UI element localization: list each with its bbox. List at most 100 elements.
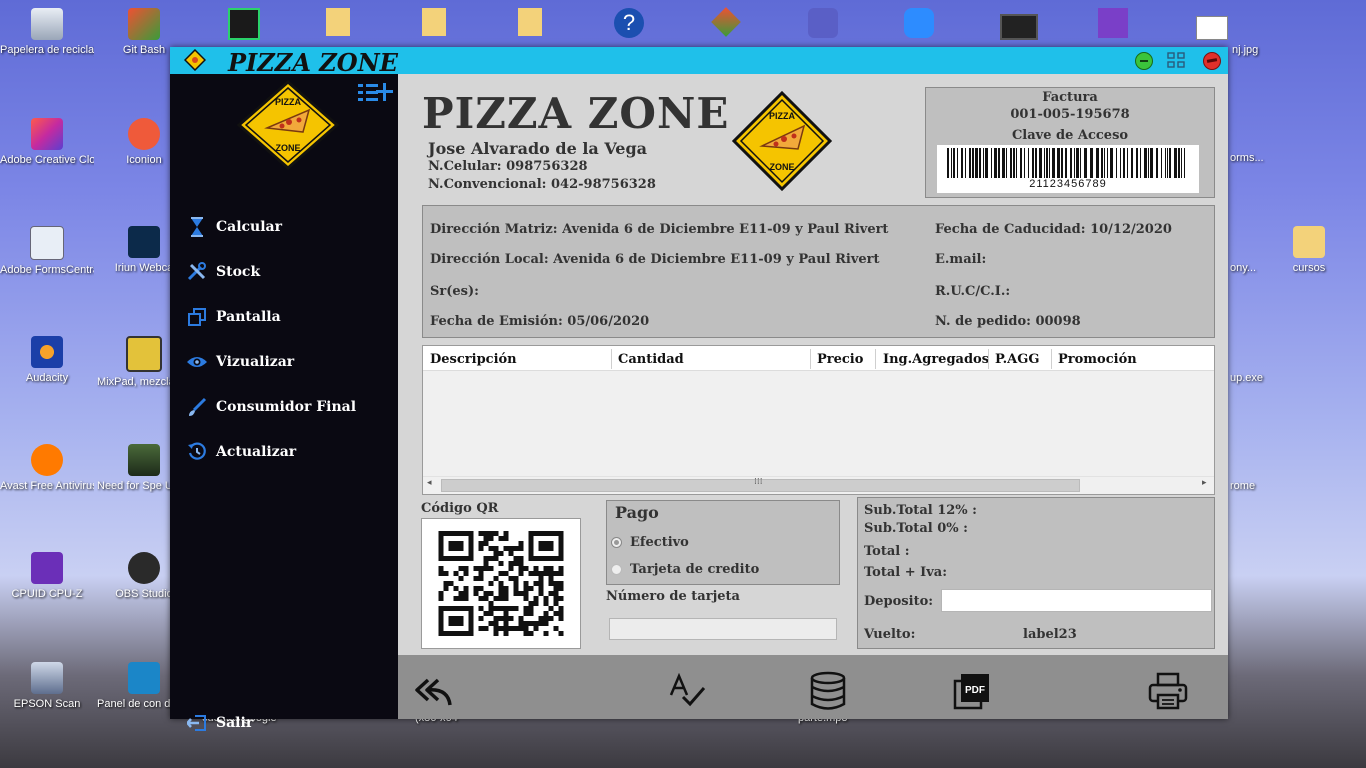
qr-module	[493, 621, 499, 626]
sidebar-item-pantalla[interactable]: Pantalla	[186, 305, 281, 329]
qr-module	[523, 586, 529, 591]
qr-module	[533, 601, 539, 606]
barcode-bar	[1076, 148, 1079, 178]
scrollbar-thumb[interactable]: ⁞⁞⁞	[441, 477, 1080, 492]
scroll-right-arrow-icon[interactable]: ▸	[1202, 478, 1207, 488]
deposito-label: Deposito:	[864, 594, 934, 609]
sidebar-item-salir[interactable]: Salir	[186, 711, 253, 735]
title-bar[interactable]: PIZZA ZONE	[170, 47, 1228, 77]
desktop-icon-cpuz[interactable]: CPUID CPU-Z	[0, 552, 94, 601]
video-file-icon[interactable]	[1000, 14, 1038, 40]
qr-module	[548, 581, 554, 586]
help-icon[interactable]: ?	[614, 8, 644, 38]
image-file-icon[interactable]	[1196, 16, 1228, 40]
qr-module	[508, 616, 514, 621]
back-button[interactable]	[412, 669, 456, 713]
invoice-number-panel: Factura 001-005-195678 Clave de Acceso 2…	[925, 87, 1215, 198]
pycharm-icon[interactable]	[228, 8, 260, 40]
folder-icon[interactable]	[422, 8, 446, 36]
qr-module	[488, 546, 494, 551]
qr-module	[518, 591, 524, 596]
sidebar-item-vizualizar[interactable]: Vizualizar	[186, 350, 294, 374]
qr-module	[493, 631, 499, 636]
visual-studio-icon[interactable]	[1098, 8, 1128, 38]
maximize-button[interactable]	[1167, 52, 1185, 68]
qr-module	[528, 631, 534, 636]
desktop-icon-epson-scan[interactable]: EPSON Scan	[0, 662, 94, 711]
qr-module	[458, 576, 464, 581]
sidebar-item-stock[interactable]: Stock	[186, 260, 260, 284]
spellcheck-button[interactable]	[665, 669, 709, 713]
folder-icon[interactable]	[326, 8, 350, 36]
qr-module	[523, 631, 529, 636]
pdf-button[interactable]: PDF	[950, 669, 994, 713]
zoom-icon[interactable]	[904, 8, 934, 38]
sidebar-item-calcular[interactable]: Calcular	[186, 215, 282, 239]
desktop-icon-cursos[interactable]: cursos	[1262, 226, 1356, 275]
database-button[interactable]	[806, 669, 850, 713]
qr-module	[518, 571, 524, 576]
desktop-icon-recycle-bin[interactable]: Papelera de reciclaje	[0, 8, 94, 57]
column-header-cantidad[interactable]: Cantidad	[618, 352, 684, 367]
partial-label: up.exe	[1230, 372, 1264, 384]
close-button[interactable]	[1203, 52, 1221, 70]
sidebar-item-actualizar[interactable]: Actualizar	[186, 440, 296, 464]
qr-module	[518, 566, 524, 571]
column-header-promocion[interactable]: Promoción	[1058, 352, 1137, 367]
qr-module	[448, 581, 454, 586]
minimize-button[interactable]	[1135, 52, 1153, 70]
barcode-bar	[1184, 148, 1185, 178]
folder-icon[interactable]	[518, 8, 542, 36]
qr-module	[483, 531, 489, 536]
teams-icon[interactable]	[808, 8, 838, 38]
barcode-bar	[1016, 148, 1017, 178]
barcode-bar	[1107, 148, 1108, 178]
qr-module	[553, 611, 559, 616]
barcode-bar	[1127, 148, 1128, 178]
git-icon[interactable]	[711, 7, 741, 37]
qr-module	[498, 586, 504, 591]
radio-efectivo[interactable]: Efectivo	[611, 535, 689, 550]
qr-module	[478, 626, 484, 631]
horizontal-scrollbar[interactable]: ◂ ⁞⁞⁞ ▸	[423, 476, 1214, 493]
qr-module	[503, 586, 509, 591]
barcode-bar	[1044, 148, 1045, 178]
qr-module	[478, 531, 484, 536]
barcode-bar	[1013, 148, 1015, 178]
barcode-bar	[1070, 148, 1072, 178]
qr-module	[558, 571, 564, 576]
qr-module	[513, 586, 519, 591]
qr-module	[488, 531, 494, 536]
desktop-icon-formscentral[interactable]: Adobe FormsCentral	[0, 226, 94, 277]
column-header-ing-agregados[interactable]: Ing.Agregados	[883, 352, 989, 367]
qr-module	[438, 566, 444, 571]
desktop-icon-creative-cloud[interactable]: Adobe Creative Cloud	[0, 118, 94, 167]
qr-module	[553, 591, 559, 596]
radio-tarjeta[interactable]: Tarjeta de credito	[611, 562, 759, 577]
column-header-pagg[interactable]: P.AGG	[995, 352, 1039, 367]
items-table[interactable]: Descripción Cantidad Precio Ing.Agregado…	[422, 345, 1215, 495]
desktop-icon-avast[interactable]: Avast Free Antivirus	[0, 444, 94, 493]
radio-label: Tarjeta de credito	[630, 562, 760, 577]
eye-icon	[186, 351, 208, 373]
column-header-descripcion[interactable]: Descripción	[430, 352, 517, 367]
deposito-input[interactable]	[941, 589, 1212, 612]
card-number-input[interactable]	[609, 618, 837, 640]
column-header-precio[interactable]: Precio	[817, 352, 863, 367]
qr-module	[488, 606, 494, 611]
desktop-icon-audacity[interactable]: Audacity	[0, 336, 94, 385]
sidebar-item-consumidor-final[interactable]: Consumidor Final	[186, 395, 356, 419]
menu-toggle-button[interactable]	[356, 80, 394, 106]
barcode-bar	[1123, 148, 1125, 178]
scroll-left-arrow-icon[interactable]: ◂	[427, 478, 432, 488]
print-button[interactable]	[1146, 669, 1190, 713]
qr-module	[553, 581, 559, 586]
barcode-number: 21123456789	[1029, 178, 1107, 190]
qr-module	[508, 551, 514, 556]
sidebar-item-label: Consumidor Final	[216, 399, 357, 415]
barcode-bar	[1178, 148, 1180, 178]
qr-module	[533, 581, 539, 586]
qr-module	[533, 626, 539, 631]
qr-module	[488, 621, 494, 626]
total-label: Total :	[864, 544, 910, 559]
